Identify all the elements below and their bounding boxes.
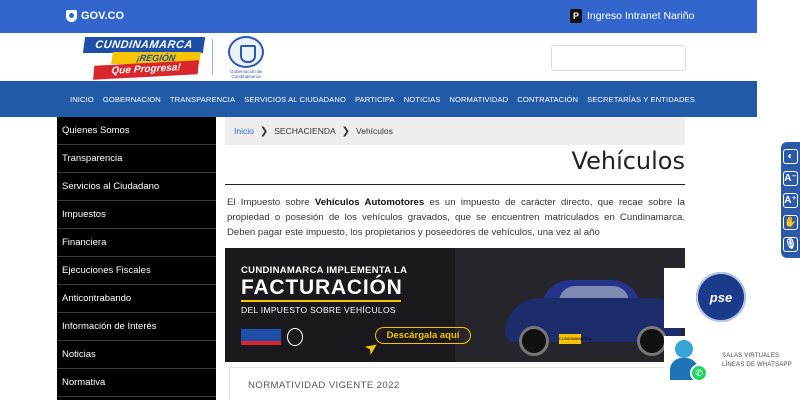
intranet-icon: P [570, 9, 582, 23]
breadcrumb-current: Vehículos [356, 126, 393, 136]
title-divider [225, 184, 685, 185]
banner-underline [241, 300, 401, 302]
normatividad-label: NORMATIVIDAD VIGENTE 2022 [248, 380, 400, 391]
breadcrumb: Inicio ❯ SECHACIENDA ❯ Vehículos [225, 117, 685, 145]
whatsapp-line-2: LÍNEAS DE WHATSAPP [722, 362, 792, 368]
intranet-login-link[interactable]: P Ingreso Intranet Nariño [570, 9, 694, 23]
accessibility-toolbar: ◐ A⁻ A⁺ ✋ 🎙 [781, 142, 800, 258]
nav-item-gobernacion[interactable]: GOBERNACION [103, 95, 161, 104]
gobernacion-seal-logo[interactable]: Gobernación de Cundinamarca [224, 36, 268, 79]
logo-line-3: Que Progresa! [93, 60, 199, 80]
nav-item-contrataci-n[interactable]: CONTRATACIÓN [517, 95, 578, 104]
whatsapp-icon: ✆ [690, 364, 708, 382]
car-plate: CUNDINAMARCA [559, 334, 592, 344]
increase-font-icon[interactable]: A⁺ [783, 192, 798, 208]
intro-text-bold: Vehículos Automotores [314, 197, 425, 208]
gov-co-label: GOV.CO [81, 10, 124, 22]
sidebar-item[interactable]: Anticontrabando [57, 285, 216, 313]
normatividad-accordion[interactable]: NORMATIVIDAD VIGENTE 2022 [229, 367, 685, 400]
banner-seal-icon [287, 328, 303, 346]
whatsapp-line-1: SALAS VIRTUALES [722, 353, 780, 359]
banner-headline: FACTURACIÓN [241, 276, 403, 299]
sidebar-item[interactable]: Noticias [57, 341, 216, 369]
breadcrumb-home[interactable]: Inicio [234, 126, 254, 136]
nav-item-participa[interactable]: PARTICIPA [355, 95, 395, 104]
car-wheel-rear [637, 326, 667, 356]
page-title: Vehículos [571, 147, 685, 175]
nav-item-normatividad[interactable]: NORMATIVIDAD [449, 95, 508, 104]
intranet-label: Ingreso Intranet Nariño [587, 10, 695, 22]
logo-line-1: CUNDINAMARCA [82, 37, 206, 53]
intro-text-start: El Impuesto sobre [227, 197, 315, 208]
logo-divider [212, 39, 213, 75]
nav-item-servicios-al-ciudadano[interactable]: SERVICIOS AL CIUDADANO [244, 95, 346, 104]
banner-line-1: CUNDINAMARCA IMPLEMENTA LA [241, 265, 408, 276]
whatsapp-label: SALAS VIRTUALES LÍNEAS DE WHATSAPP [722, 352, 792, 370]
gov-top-bar: GOV.CO P Ingreso Intranet Nariño [0, 0, 757, 33]
cundinamarca-logo[interactable]: CUNDINAMARCA ¡REGIÓN Que Progresa! [82, 37, 206, 80]
pse-payment-widget[interactable]: pse [664, 268, 800, 328]
sidebar-item[interactable]: Financiera [57, 229, 216, 257]
breadcrumb-chevron-icon: ❯ [341, 125, 351, 137]
sidebar-item[interactable]: Normativa [57, 369, 216, 397]
car-image: CUNDINAMARCA [501, 260, 685, 360]
nav-item-inicio[interactable]: INICIO [70, 95, 94, 104]
sidebar-item[interactable]: Servicios al Ciudadano [57, 173, 216, 201]
banner-cundinamarca-logo [241, 329, 281, 345]
sidebar-item[interactable]: Ejecuciones Fiscales [57, 257, 216, 285]
pse-logo: pse [696, 272, 746, 322]
nav-menu: INICIO GOBERNACION TRANSPARENCIA SERVICIOS … [70, 81, 695, 117]
agent-head [675, 340, 693, 358]
whatsapp-widget[interactable]: ✆ SALAS VIRTUALES LÍNEAS DE WHATSAPP [664, 336, 800, 400]
nav-item-secretar-as-y-entidades[interactable]: SECRETARÍAS Y ENTIDADES [587, 95, 695, 104]
sidebar-item[interactable]: Transparencia [57, 145, 216, 173]
gov-shield-icon [66, 10, 77, 22]
microphone-icon[interactable]: 🎙 [783, 236, 798, 252]
banner-line-3: DEL IMPUESTO SOBRE VEHÍCULOS [241, 305, 396, 315]
site-header: CUNDINAMARCA ¡REGIÓN Que Progresa! Gober… [0, 33, 757, 81]
contrast-icon[interactable]: ◐ [783, 148, 798, 164]
page: GOV.CO P Ingreso Intranet Nariño CUNDINA… [0, 0, 800, 400]
nav-item-noticias[interactable]: NOTICIAS [404, 95, 441, 104]
sidebar-menu: Quienes Somos Transparencia Servicios al C… [57, 117, 216, 400]
car-wheel-front [519, 326, 549, 356]
sidebar-item[interactable]: Información de Interés [57, 313, 216, 341]
decrease-font-icon[interactable]: A⁻ [783, 170, 798, 186]
seal-caption: Gobernación de Cundinamarca [229, 69, 263, 79]
nav-item-transparencia[interactable]: TRANSPARENCIA [170, 95, 235, 104]
breadcrumb-sechacienda[interactable]: SECHACIENDA [274, 126, 335, 136]
sidebar-item[interactable]: Quienes Somos [57, 117, 216, 145]
intro-paragraph: El Impuesto sobre Vehículos Automotores … [227, 195, 685, 240]
sign-language-icon[interactable]: ✋ [783, 214, 798, 230]
breadcrumb-chevron-icon: ❯ [259, 125, 269, 137]
sidebar-item[interactable]: Impuestos [57, 201, 216, 229]
gov-co-link[interactable]: GOV.CO [66, 10, 124, 22]
download-button[interactable]: Descárgala aquí [375, 327, 471, 344]
search-input[interactable] [551, 45, 686, 71]
facturacion-banner[interactable]: CUNDINAMARCA IMPLEMENTA LA FACTURACIÓN D… [225, 248, 685, 362]
main-navigation: INICIO GOBERNACION TRANSPARENCIA SERVICIOS … [0, 81, 757, 117]
seal-emblem-icon [228, 36, 264, 68]
